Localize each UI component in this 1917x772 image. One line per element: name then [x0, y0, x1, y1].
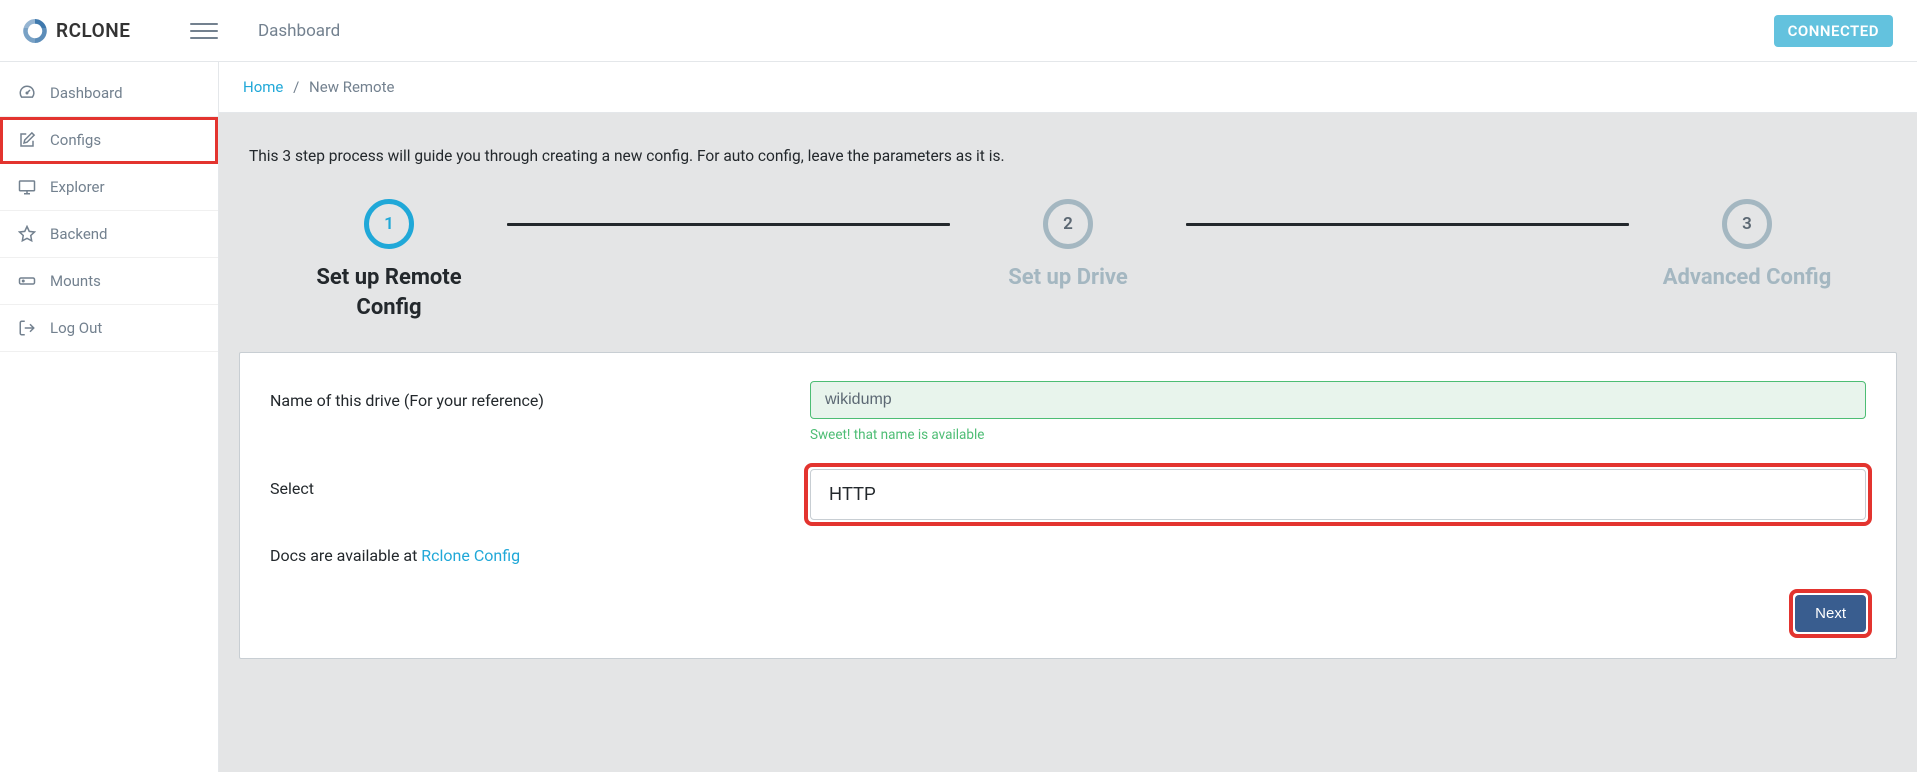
- step-label: Advanced Config: [1663, 263, 1832, 293]
- logo-text: RCLONE: [56, 19, 130, 42]
- intro-text: This 3 step process will guide you throu…: [239, 133, 1897, 185]
- breadcrumb-current: New Remote: [309, 78, 394, 96]
- breadcrumb-home[interactable]: Home: [243, 78, 283, 96]
- star-icon: [18, 225, 36, 243]
- step-2[interactable]: 2 Set up Drive: [968, 199, 1168, 293]
- step-connector: [1186, 223, 1629, 226]
- main-content: Home / New Remote This 3 step process wi…: [219, 62, 1917, 772]
- step-1[interactable]: 1 Set up Remote Config: [289, 199, 489, 322]
- sidebar-item-mounts[interactable]: Mounts: [0, 258, 218, 305]
- name-validation-text: Sweet! that name is available: [810, 427, 1866, 443]
- sidebar-item-label: Explorer: [50, 178, 105, 196]
- breadcrumb: Home / New Remote: [219, 62, 1917, 113]
- drive-icon: [18, 272, 36, 290]
- step-circle: 1: [364, 199, 414, 249]
- monitor-icon: [18, 178, 36, 196]
- step-label: Set up Remote Config: [289, 263, 489, 322]
- content-area: This 3 step process will guide you throu…: [219, 113, 1917, 772]
- drive-name-input[interactable]: [810, 381, 1866, 419]
- form-row-select: Select: [270, 469, 1866, 520]
- pencil-square-icon: [18, 131, 36, 149]
- sidebar: Dashboard Configs Explorer Backend Mount…: [0, 62, 219, 772]
- sidebar-item-label: Mounts: [50, 272, 101, 290]
- menu-toggle-icon[interactable]: [190, 17, 218, 45]
- name-label: Name of this drive (For your reference): [270, 381, 810, 410]
- sidebar-item-explorer[interactable]: Explorer: [0, 164, 218, 211]
- docs-text: Docs are available at Rclone Config: [270, 546, 1866, 565]
- sidebar-item-label: Log Out: [50, 319, 102, 337]
- sidebar-item-label: Configs: [50, 131, 101, 149]
- step-label: Set up Drive: [1008, 263, 1128, 293]
- sidebar-item-logout[interactable]: Log Out: [0, 305, 218, 352]
- status-badge: CONNECTED: [1774, 15, 1893, 47]
- step-connector: [507, 223, 950, 226]
- provider-select[interactable]: [810, 469, 1866, 520]
- sidebar-item-configs[interactable]: Configs: [0, 117, 218, 164]
- form-row-name: Name of this drive (For your reference) …: [270, 381, 1866, 443]
- step-circle: 3: [1722, 199, 1772, 249]
- rclone-logo-icon: [20, 16, 50, 46]
- wizard-stepper: 1 Set up Remote Config 2 Set up Drive 3 …: [239, 185, 1897, 352]
- docs-link[interactable]: Rclone Config: [421, 546, 520, 565]
- docs-prefix: Docs are available at: [270, 546, 421, 565]
- sidebar-item-dashboard[interactable]: Dashboard: [0, 70, 218, 117]
- sidebar-item-label: Dashboard: [50, 84, 123, 102]
- form-actions: Next: [270, 595, 1866, 632]
- form-card: Name of this drive (For your reference) …: [239, 352, 1897, 659]
- logout-icon: [18, 319, 36, 337]
- step-circle: 2: [1043, 199, 1093, 249]
- page-title: Dashboard: [258, 21, 340, 41]
- sidebar-item-backend[interactable]: Backend: [0, 211, 218, 258]
- breadcrumb-separator: /: [293, 78, 299, 96]
- next-button[interactable]: Next: [1795, 595, 1866, 632]
- logo[interactable]: RCLONE: [20, 16, 190, 46]
- speedometer-icon: [18, 84, 36, 102]
- app-header: RCLONE Dashboard CONNECTED: [0, 0, 1917, 62]
- sidebar-item-label: Backend: [50, 225, 108, 243]
- step-3[interactable]: 3 Advanced Config: [1647, 199, 1847, 293]
- select-label: Select: [270, 469, 810, 498]
